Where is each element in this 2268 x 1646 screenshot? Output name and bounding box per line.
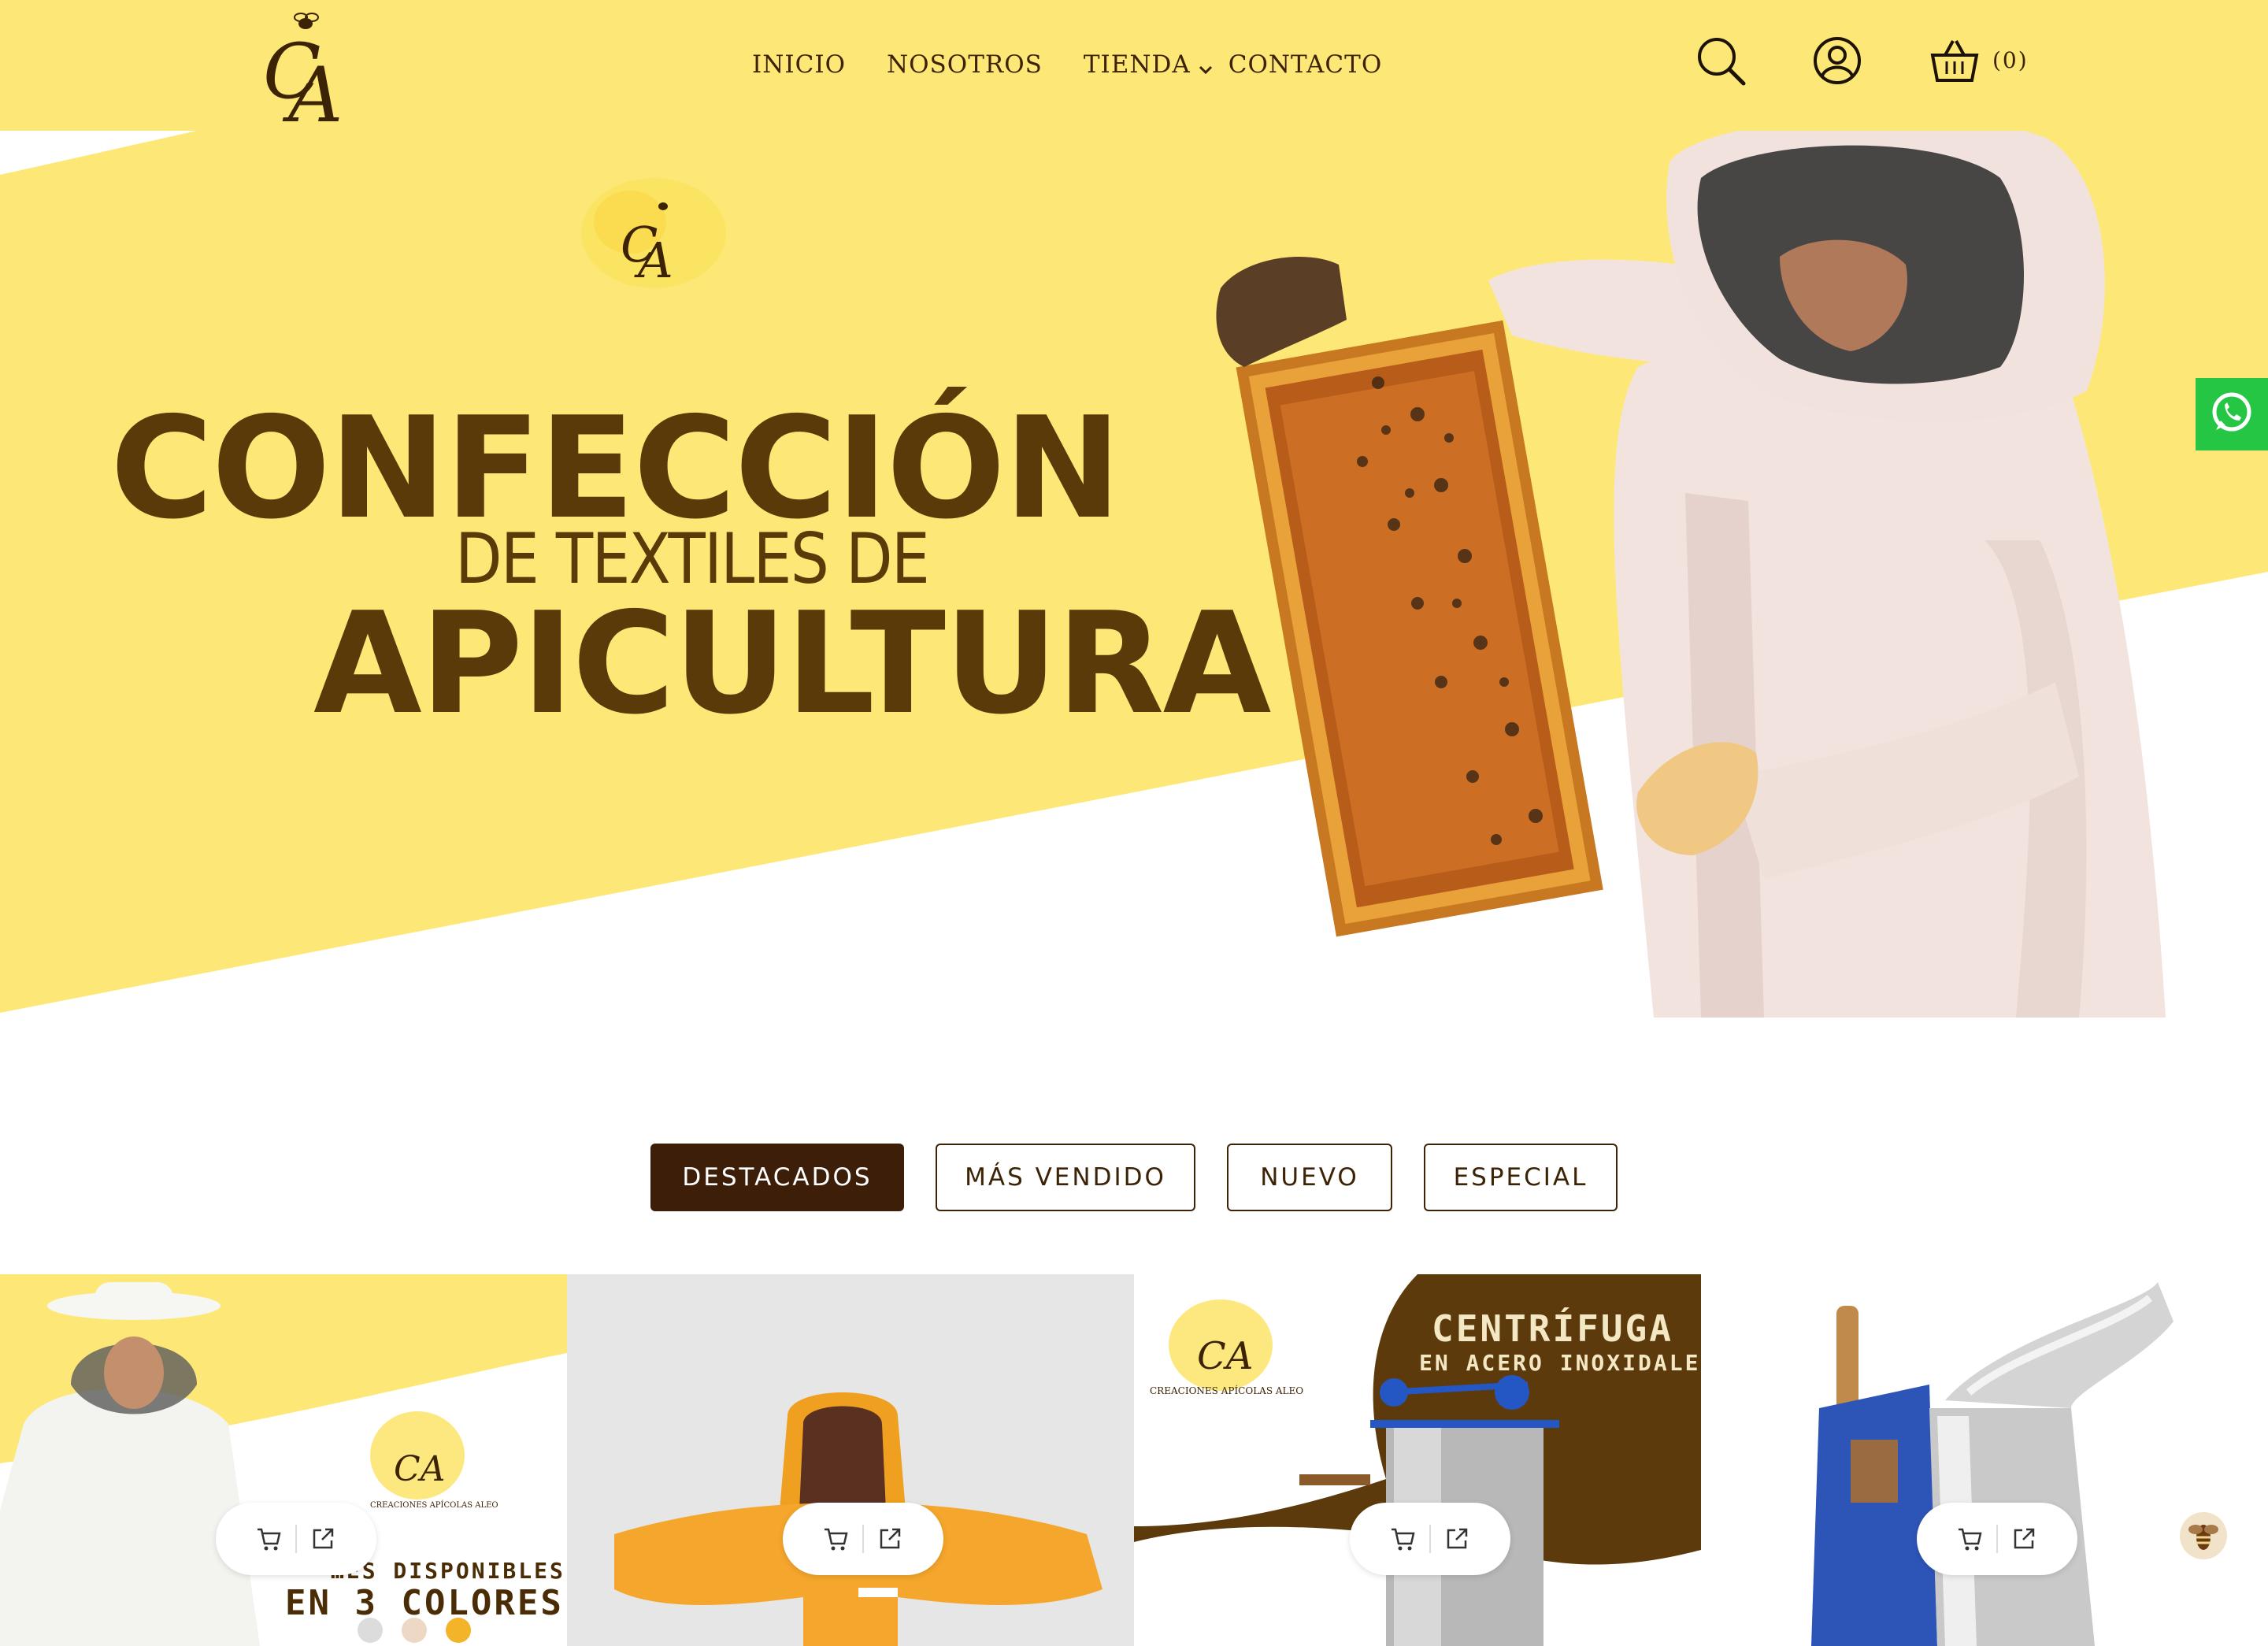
chevron-down-icon	[1199, 53, 1213, 81]
external-link-icon	[1447, 1528, 1468, 1549]
promo-line2: EN 3 COLORES	[285, 1583, 564, 1623]
external-link-icon	[880, 1528, 901, 1549]
whatsapp-button[interactable]	[2196, 378, 2268, 450]
external-link-icon	[2014, 1528, 2035, 1549]
nav-item-tienda[interactable]: TIENDA	[1084, 48, 1213, 81]
nav-item-inicio[interactable]: INICIO	[752, 50, 846, 79]
hero-logo: C A	[575, 175, 732, 317]
tab-nuevo[interactable]: NUEVO	[1227, 1144, 1392, 1211]
tab-mas-vendido[interactable]: MÁS VENDIDO	[936, 1144, 1195, 1211]
nav-item-contacto[interactable]: CONTACTO	[1228, 50, 1382, 79]
product-image	[1701, 1274, 2268, 1646]
search-icon[interactable]	[1695, 35, 1747, 87]
quick-view-button[interactable]	[1998, 1513, 2050, 1565]
promo-line1: CENTRÍFUGA	[1432, 1307, 1673, 1350]
tab-especial[interactable]: ESPECIAL	[1424, 1144, 1618, 1211]
cart-icon	[258, 1528, 281, 1551]
cart-count[interactable]: (0)	[1992, 47, 2029, 73]
quick-view-button[interactable]	[297, 1513, 349, 1565]
svg-text:CA: CA	[1197, 1334, 1253, 1378]
svg-text:A: A	[282, 51, 343, 126]
nav-item-label: CONTACTO	[1228, 50, 1383, 79]
add-to-cart-button[interactable]	[243, 1513, 295, 1565]
add-to-cart-button[interactable]	[1377, 1513, 1429, 1565]
whatsapp-icon	[2208, 389, 2255, 440]
product-card[interactable]: CA CREACIONES APÍCOLAS ALEO …ES DISPONIB…	[0, 1274, 567, 1646]
add-to-cart-button[interactable]	[1944, 1513, 1996, 1565]
site-logo[interactable]: C A	[261, 3, 346, 139]
nav-item-nosotros[interactable]: NOSOTROS	[887, 50, 1043, 79]
svg-text:CA: CA	[394, 1449, 445, 1489]
add-to-cart-button[interactable]	[810, 1513, 862, 1565]
svg-text:A: A	[634, 232, 673, 289]
product-card[interactable]: CA CREACIONES APÍCOLAS ALEO CENTRÍFUGA E…	[1134, 1274, 1701, 1646]
nav-item-label: INICIO	[752, 50, 846, 79]
product-actions	[1350, 1503, 1510, 1575]
external-link-icon	[313, 1528, 334, 1549]
hero-title-line3: APICULTURA	[313, 582, 1271, 745]
basket-icon[interactable]	[1929, 35, 1980, 87]
product-actions	[216, 1503, 376, 1575]
product-grid: CA CREACIONES APÍCOLAS ALEO …ES DISPONIB…	[0, 1274, 2268, 1646]
cart-icon	[825, 1528, 848, 1551]
nav-item-label: TIENDA	[1083, 50, 1191, 79]
site-header: C A INICIO NOSOTROS TIENDA CONTACTO (0)	[0, 0, 2268, 139]
product-card[interactable]	[1701, 1274, 2268, 1646]
user-icon[interactable]	[1811, 35, 1863, 87]
promo-line2: EN ACERO INOXIDALE	[1419, 1350, 1701, 1376]
cart-icon	[1392, 1528, 1415, 1551]
quick-view-button[interactable]	[864, 1513, 916, 1565]
product-card[interactable]	[567, 1274, 1134, 1646]
cart-icon	[1959, 1528, 1982, 1551]
nav-item-label: NOSOTROS	[887, 50, 1043, 79]
main-nav: INICIO NOSOTROS TIENDA CONTACTO	[752, 44, 1382, 85]
product-actions	[783, 1503, 943, 1575]
product-actions	[1917, 1503, 2077, 1575]
scroll-top-button[interactable]	[2180, 1512, 2227, 1559]
hero-banner: C A CONFECCIÓN DE TEXTILES DE APICULTURA	[0, 131, 2268, 1018]
promo-logo-name: CREACIONES APÍCOLAS ALEO	[1150, 1385, 1303, 1396]
promo-logo-name: CREACIONES APÍCOLAS ALEO	[370, 1500, 498, 1510]
quick-view-button[interactable]	[1431, 1513, 1483, 1565]
beekeeper-photo	[1181, 131, 2268, 1018]
product-image	[567, 1274, 1134, 1646]
tab-destacados[interactable]: DESTACADOS	[650, 1144, 904, 1211]
product-tabs: DESTACADOS MÁS VENDIDO NUEVO ESPECIAL	[0, 1144, 2268, 1211]
bee-icon	[2188, 1525, 2218, 1550]
